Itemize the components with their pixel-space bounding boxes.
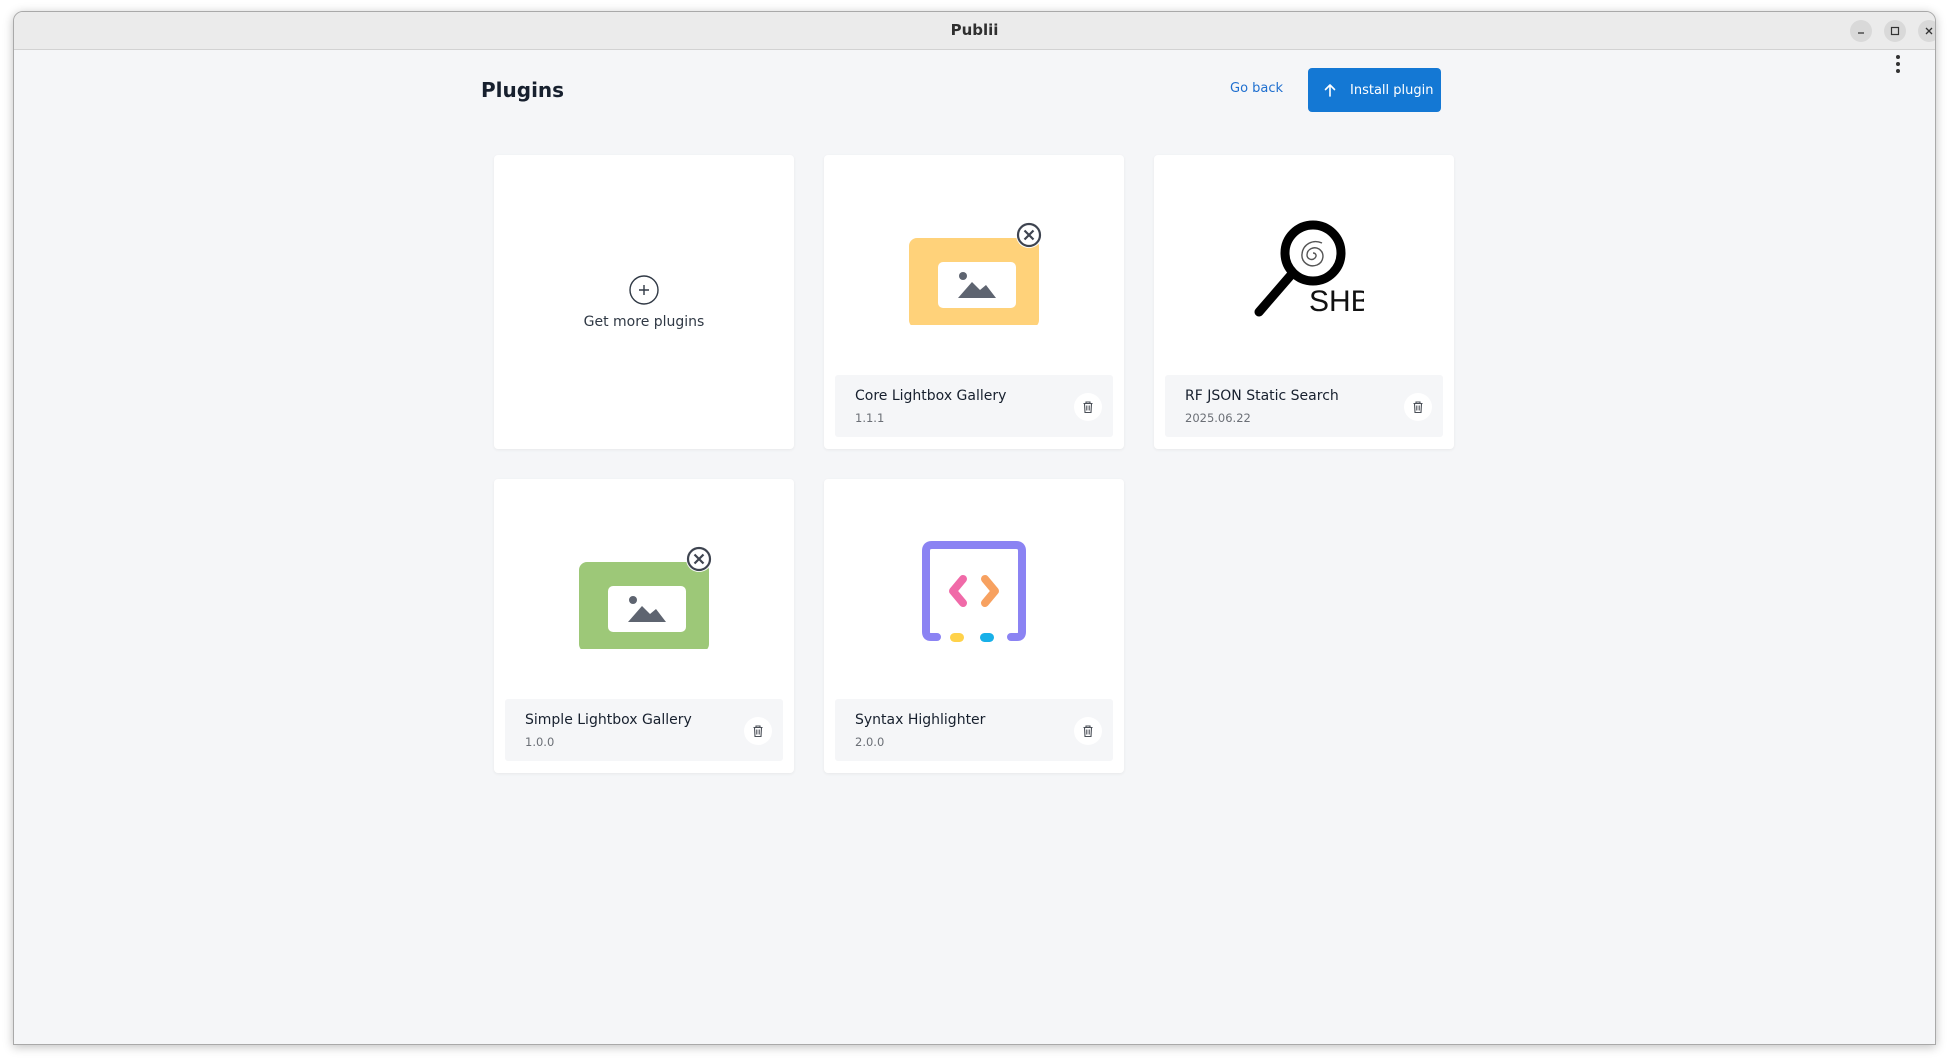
get-more-plugins-label: Get more plugins (583, 314, 705, 330)
close-button[interactable] (1918, 20, 1935, 42)
plugin-info: Core Lightbox Gallery 1.1.1 (835, 375, 1113, 437)
plugin-card[interactable]: Core Lightbox Gallery 1.1.1 (824, 155, 1124, 449)
add-circle-icon (629, 275, 659, 305)
close-icon (1925, 27, 1933, 35)
more-options-icon[interactable] (1888, 52, 1908, 76)
plugin-info: Syntax Highlighter 2.0.0 (835, 699, 1113, 761)
shb-search-logo: SHB (1254, 220, 1364, 318)
install-plugin-label: Install plugin (1350, 82, 1434, 98)
go-back-link[interactable]: Go back (1230, 81, 1283, 96)
plugin-name: Syntax Highlighter (855, 712, 986, 728)
maximize-button[interactable] (1884, 20, 1906, 42)
svg-text:SHB: SHB (1309, 285, 1364, 318)
maximize-icon (1890, 26, 1900, 36)
plugin-version: 1.0.0 (525, 735, 555, 749)
title-bar: Publii (14, 12, 1935, 50)
plugin-version: 1.1.1 (855, 411, 885, 425)
plugin-version: 2.0.0 (855, 735, 885, 749)
delete-plugin-button[interactable] (1074, 393, 1102, 421)
yellow-gallery-icon (909, 222, 1042, 325)
minimize-button[interactable] (1850, 20, 1872, 42)
get-more-plugins-card[interactable]: Get more plugins (494, 155, 794, 449)
trash-icon (753, 725, 763, 738)
delete-plugin-button[interactable] (744, 717, 772, 745)
plugin-name: Core Lightbox Gallery (855, 388, 1007, 404)
plugin-card[interactable]: Syntax Highlighter 2.0.0 (824, 479, 1124, 773)
plugin-card[interactable]: Simple Lightbox Gallery 1.0.0 (494, 479, 794, 773)
plugin-name: Simple Lightbox Gallery (525, 712, 692, 728)
page-title: Plugins (481, 78, 565, 102)
plugin-info: RF JSON Static Search 2025.06.22 (1165, 375, 1443, 437)
upload-arrow-icon (1324, 84, 1336, 97)
trash-icon (1413, 401, 1423, 414)
code-brackets-icon (922, 541, 1026, 642)
plugin-info: Simple Lightbox Gallery 1.0.0 (505, 699, 783, 761)
plugin-card[interactable]: SHB RF JSON Static Search 2025.06.22 (1154, 155, 1454, 449)
trash-icon (1083, 725, 1093, 738)
window-title: Publii (950, 21, 999, 39)
plugin-name: RF JSON Static Search (1185, 388, 1339, 404)
plugin-version: 2025.06.22 (1185, 411, 1251, 425)
delete-plugin-button[interactable] (1404, 393, 1432, 421)
trash-icon (1083, 401, 1093, 414)
green-gallery-icon (579, 546, 712, 649)
install-plugin-button[interactable]: Install plugin (1308, 68, 1441, 112)
delete-plugin-button[interactable] (1074, 717, 1102, 745)
minimize-icon (1858, 32, 1864, 34)
